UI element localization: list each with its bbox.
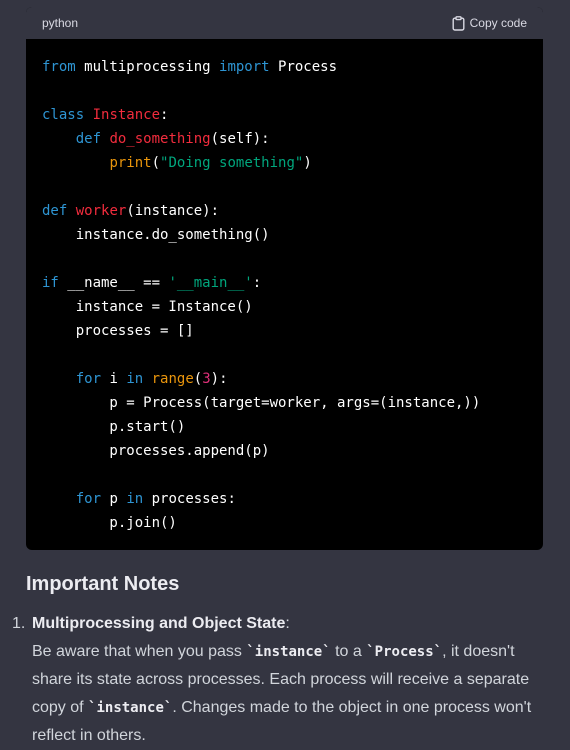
body-text: Be aware that when you pass: [32, 643, 247, 660]
code-token: p = Process(target=worker, args=(instanc…: [42, 395, 481, 411]
code-line: def worker(instance):: [42, 199, 527, 223]
code-block: python Copy code from multiprocessing im…: [26, 7, 543, 550]
code-language-label: python: [42, 16, 79, 30]
code-token: print: [109, 155, 152, 171]
list-item-title: Multiprocessing and Object State: [32, 615, 286, 632]
code-token: do_something: [109, 131, 211, 147]
code-line: instance.do_something(): [42, 223, 527, 247]
code-token: (instance):: [126, 203, 220, 219]
code-token: def: [75, 131, 102, 147]
code-token: def: [42, 203, 68, 219]
code-token: for: [75, 371, 102, 387]
code-token: processes = []: [42, 323, 194, 339]
clipboard-icon: [452, 15, 465, 31]
code-token: if: [42, 275, 59, 291]
code-token: (self):: [210, 131, 270, 147]
code-token: instance = Instance(): [42, 299, 253, 315]
code-token: p: [101, 491, 127, 507]
code-token: range: [151, 371, 194, 387]
inline-code: `instance`: [246, 644, 331, 660]
notes-list: 1. Multiprocessing and Object State: Be …: [12, 610, 532, 750]
code-token: worker: [75, 203, 127, 219]
code-token: __name__ ==: [58, 275, 169, 291]
code-line: if __name__ == '__main__':: [42, 271, 527, 295]
code-line: processes = []: [42, 319, 527, 343]
code-line: for i in range(3):: [42, 367, 527, 391]
inline-code: `instance`: [88, 700, 173, 716]
code-line: p.start(): [42, 415, 527, 439]
code-token: p.start(): [42, 419, 186, 435]
code-token: 3: [202, 371, 211, 387]
code-content: from multiprocessing import Process clas…: [26, 39, 543, 535]
code-token: import: [219, 59, 270, 75]
code-line: processes.append(p): [42, 439, 527, 463]
list-item-title-suffix: :: [285, 615, 290, 632]
code-token: processes:: [143, 491, 236, 507]
code-line: class Instance:: [42, 103, 527, 127]
code-token: Instance: [92, 107, 161, 123]
code-token: for: [75, 491, 102, 507]
list-item-content: Multiprocessing and Object State: Be awa…: [32, 610, 532, 750]
code-line: instance = Instance(): [42, 295, 527, 319]
code-line: def do_something(self):: [42, 127, 527, 151]
code-token: (: [193, 371, 203, 387]
code-token: :: [160, 107, 169, 123]
body-text: to a: [330, 643, 367, 660]
code-token: i: [101, 371, 127, 387]
code-token: class: [42, 107, 85, 123]
code-token: (: [151, 155, 161, 171]
copy-code-label: Copy code: [469, 16, 527, 30]
code-token: ):: [210, 371, 228, 387]
code-line: p = Process(target=worker, args=(instanc…: [42, 391, 527, 415]
list-item: 1. Multiprocessing and Object State: Be …: [12, 610, 532, 750]
code-token: Process: [269, 59, 338, 75]
code-line: for p in processes:: [42, 487, 527, 511]
code-token: in: [126, 371, 144, 387]
notes-heading: Important Notes: [26, 573, 180, 595]
code-token: instance.do_something(): [42, 227, 270, 243]
code-token: '__main__': [168, 275, 253, 291]
code-token: ): [303, 155, 312, 171]
code-token: "Doing something": [160, 155, 304, 171]
code-line: p.join(): [42, 511, 527, 535]
code-line: from multiprocessing import Process: [42, 55, 527, 79]
code-block-header: python Copy code: [26, 7, 543, 39]
code-token: p.join(): [42, 515, 177, 531]
code-line: print("Doing something"): [42, 151, 527, 175]
list-item-body: Be aware that when you pass `instance` t…: [32, 643, 531, 744]
code-token: :: [252, 275, 262, 291]
code-token: from: [42, 59, 76, 75]
code-token: processes.append(p): [42, 443, 270, 459]
copy-code-button[interactable]: Copy code: [452, 15, 527, 31]
code-token: in: [126, 491, 144, 507]
list-item-number: 1.: [12, 615, 26, 632]
inline-code: `Process`: [366, 644, 443, 660]
code-token: multiprocessing: [75, 59, 220, 75]
